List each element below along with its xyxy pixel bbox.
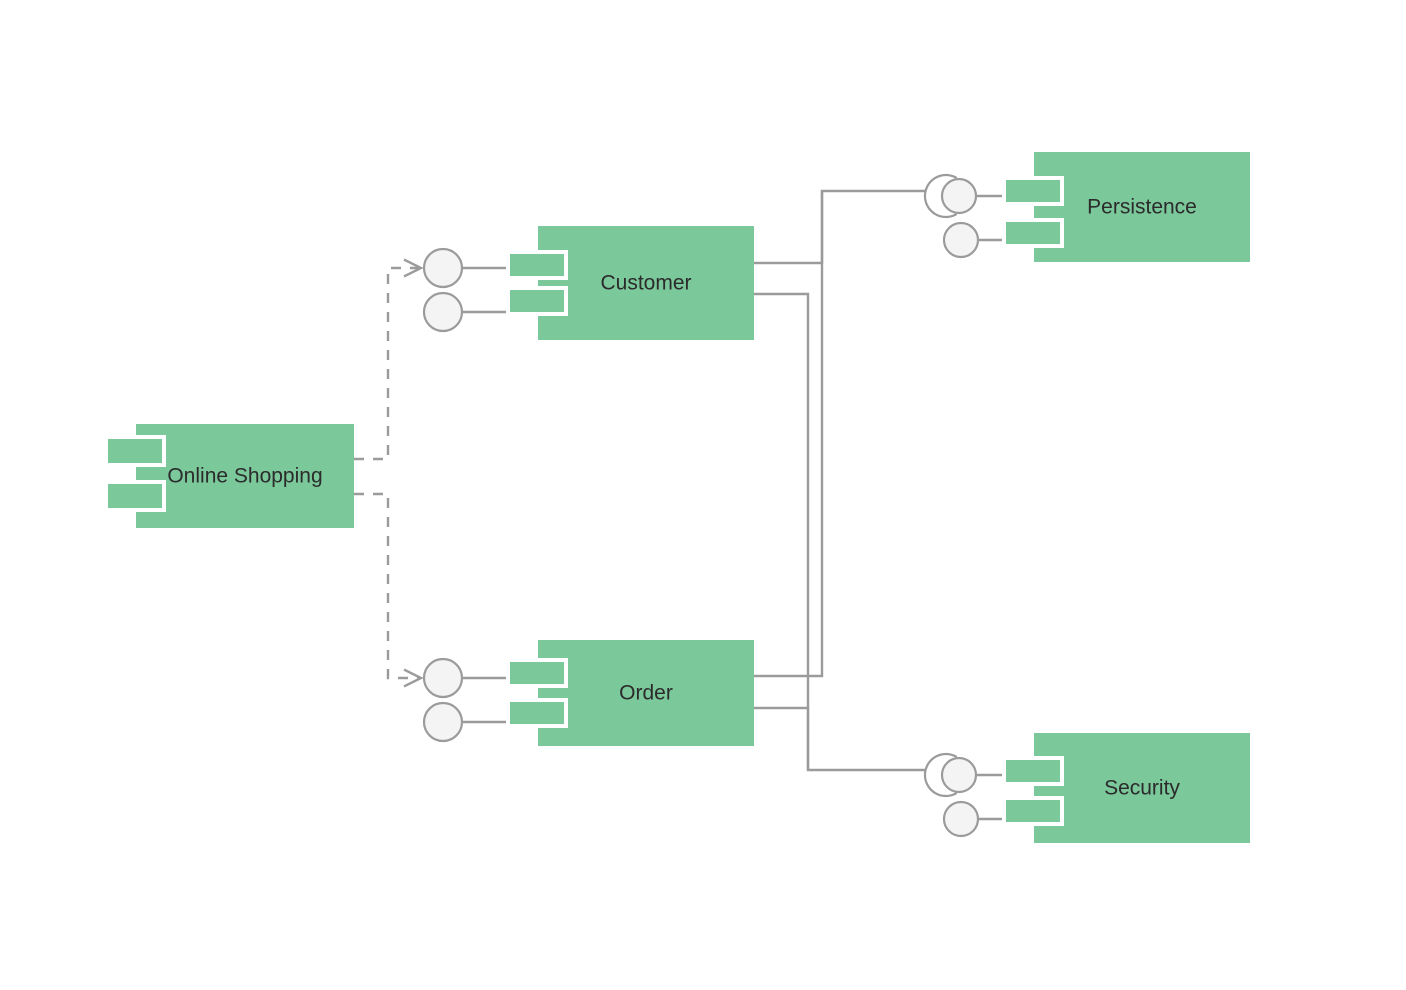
provided-interface-ball-icon[interactable] [422,247,464,289]
component-label: Online Shopping [167,465,322,488]
provided-interface[interactable] [422,701,508,743]
provided-interface-ball-icon[interactable] [422,291,464,333]
assembly-connector [754,292,925,772]
component-tab-icon [1002,218,1064,248]
dependency-connector [354,492,421,680]
component-label: Persistence [1087,196,1197,219]
provided-interface[interactable] [923,173,1004,219]
provided-interface-ball-icon[interactable] [942,800,980,838]
dependency-connector [354,266,421,461]
uml-component-diagram: Online Shopping Customer Order Persistence S… [104,152,1250,843]
component-tab-icon [506,286,568,316]
provided-interface[interactable] [923,752,1004,798]
component-tab-icon [506,250,568,280]
provided-interface[interactable] [942,800,1004,838]
assembly-connector [754,189,925,265]
component-security[interactable]: Security [1002,733,1250,843]
component-tab-icon [104,435,166,467]
provided-interface[interactable] [422,247,508,289]
component-label: Security [1104,777,1180,800]
provided-interface[interactable] [422,657,508,699]
component-tab-icon [506,658,568,688]
provided-interface-ball-icon[interactable] [422,701,464,743]
provided-interface-ball-icon[interactable] [940,756,978,794]
component-tab-icon [1002,756,1064,786]
component-persistence[interactable]: Persistence [1002,152,1250,262]
component-tab-icon [1002,176,1064,206]
components-layer: Online Shopping Customer Order Persistence S… [104,152,1250,843]
component-tab-icon [506,698,568,728]
component-online-shopping[interactable]: Online Shopping [104,424,354,528]
provided-interface-ball-icon[interactable] [940,177,978,215]
provided-interface-ball-icon[interactable] [422,657,464,699]
diagram-canvas: Online Shopping Customer Order Persistence S… [0,0,1406,990]
component-label: Customer [600,272,691,295]
component-customer[interactable]: Customer [506,226,754,340]
provided-interface-ball-icon[interactable] [942,221,980,259]
component-order[interactable]: Order [506,640,754,746]
component-tab-icon [1002,796,1064,826]
component-tab-icon [104,480,166,512]
component-label: Order [619,682,673,705]
provided-interface[interactable] [942,221,1004,259]
assembly-connector [754,706,810,770]
provided-interface[interactable] [422,291,508,333]
